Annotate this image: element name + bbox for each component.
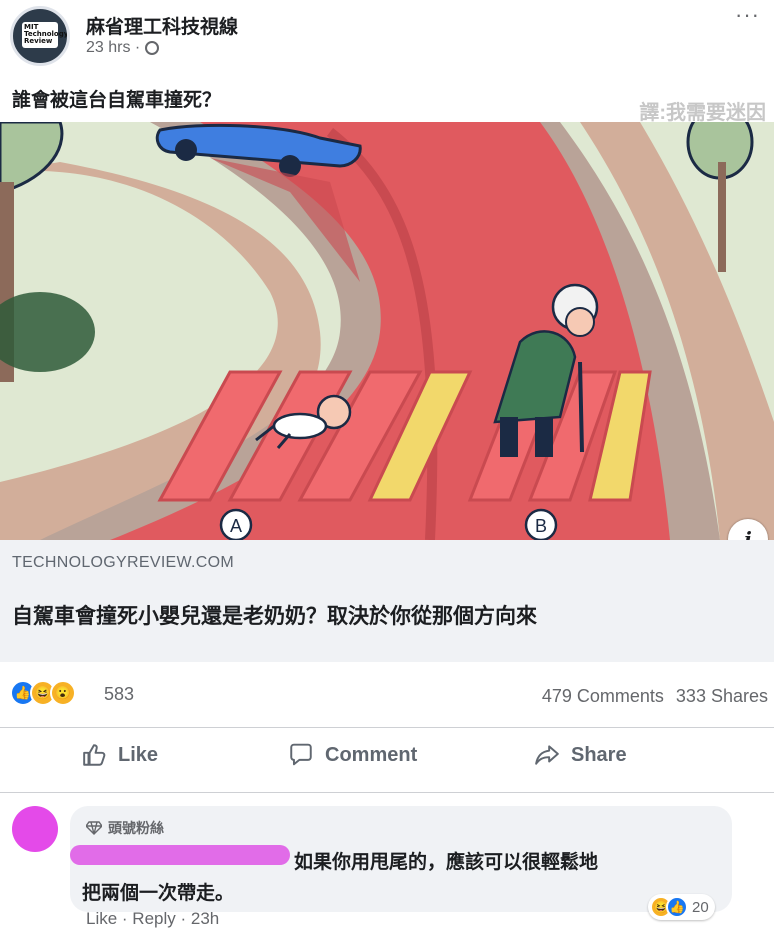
comment-actions[interactable]: Like · Reply · 23h <box>86 909 219 929</box>
share-label: Share <box>571 743 627 766</box>
like-label: Like <box>118 743 159 766</box>
top-fan-badge: 頭號粉絲 <box>86 818 164 838</box>
marker-a-label: A <box>230 516 242 536</box>
post-caption: 誰會被這台自駕車撞死？ <box>12 90 222 111</box>
like-reaction-icon: 👍 <box>666 896 688 918</box>
engagement-counts: 479 Comments 333 Shares <box>542 686 768 707</box>
comment-button[interactable]: Comment <box>287 742 417 768</box>
comment-reaction-count: 20 <box>692 898 709 916</box>
top-fan-label: 頭號粉絲 <box>108 820 164 836</box>
page-avatar[interactable]: MIT Technology Review <box>10 6 70 66</box>
marker-b-label: B <box>535 516 547 536</box>
divider-bottom <box>0 792 774 793</box>
marker-a: A <box>219 508 253 540</box>
comments-count[interactable]: 479 Comments <box>542 686 664 707</box>
share-button[interactable]: Share <box>533 742 627 768</box>
commenter-avatar[interactable] <box>12 806 58 852</box>
share-arrow-icon <box>535 745 559 765</box>
thumbs-up-icon <box>83 744 106 766</box>
reaction-count[interactable]: 583 <box>104 684 134 705</box>
link-domain: TECHNOLOGYREVIEW.COM <box>12 554 235 571</box>
redacted-commenter-name <box>70 845 290 865</box>
more-options-icon[interactable]: ··· <box>735 2 760 28</box>
post-time[interactable]: 23 hrs · <box>86 39 160 57</box>
comment-text-line2: 把兩個一次帶走。 <box>82 883 235 904</box>
like-button[interactable]: Like <box>82 742 158 768</box>
page-name[interactable]: 麻省理工科技視線 <box>86 12 238 39</box>
post-illustration[interactable]: A B <box>0 122 774 540</box>
link-headline[interactable]: 自駕車會撞死小嬰兒還是老奶奶？取決於你從那個方向來 <box>12 600 537 630</box>
reaction-icons[interactable]: 👍 😆 😮 <box>10 680 76 706</box>
post-time-text: 23 hrs · <box>86 39 141 56</box>
globe-icon <box>145 41 160 55</box>
diamond-icon <box>86 821 102 835</box>
comment-reactions[interactable]: 😆 👍 20 <box>648 894 715 920</box>
divider-top <box>0 727 774 728</box>
wow-reaction-icon: 😮 <box>50 680 76 706</box>
avatar-logo-text: MIT Technology Review <box>24 23 69 45</box>
translator-watermark: 譯:我需要迷因 <box>639 102 766 124</box>
comment-label: Comment <box>325 743 418 766</box>
comment-text-line1: 如果你用甩尾的，應該可以很輕鬆地 <box>294 852 599 873</box>
marker-b: B <box>524 508 558 540</box>
shares-count[interactable]: 333 Shares <box>676 686 768 707</box>
comment-icon <box>290 743 312 766</box>
